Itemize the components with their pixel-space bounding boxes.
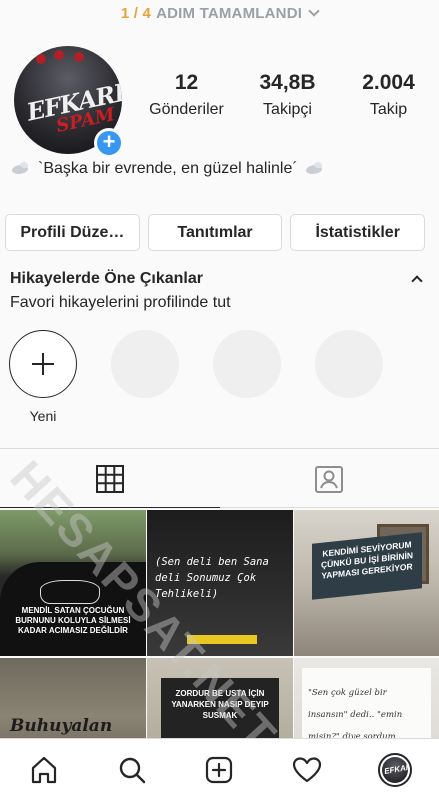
nav-activity[interactable] — [285, 748, 329, 792]
stat-value: 2.004 — [362, 71, 415, 94]
tab-tagged[interactable] — [219, 449, 439, 508]
post-yellow-bar — [187, 635, 257, 644]
bottom-navigation: EFKARLI — [0, 738, 439, 800]
search-icon — [119, 757, 145, 783]
profile-avatar-wrap[interactable]: EFKARLI SPAM + — [14, 46, 124, 158]
dove-icon — [10, 162, 32, 176]
add-story-icon[interactable]: + — [94, 128, 124, 158]
post-text: ZORDUR BE USTA İÇİN YANARKEN NASIP DEYIP… — [161, 678, 279, 742]
post-thumbnail[interactable]: KENDİMİ SEVİYORUM ÇÜNKÜ BU İŞİ BİRİNİN Y… — [294, 510, 439, 656]
post-text: KENDİMİ SEVİYORUM ÇÜNKÜ BU İŞİ BİRİNİN Y… — [312, 532, 422, 600]
profile-actions: Profili Düze… Tanıtımlar İstatistikler — [5, 214, 426, 251]
post-text: (Sen deli ben Sana deli Sonumuz Çok Tehl… — [155, 556, 269, 600]
grid-icon — [95, 464, 124, 493]
highlights-row: Yeni — [9, 330, 383, 424]
tagged-person-icon — [315, 465, 344, 493]
rose-decoration — [54, 50, 64, 60]
nav-search[interactable] — [110, 748, 154, 792]
nav-new-post[interactable] — [197, 748, 241, 792]
promotions-button[interactable]: Tanıtımlar — [147, 214, 283, 251]
post-thumbnail[interactable]: MENDİL SATAN ÇOCUĞUN BURNUNU KOLUYLA SİL… — [0, 510, 146, 656]
highlights-title: Hikayelerde Öne Çıkanlar — [10, 270, 203, 287]
stat-followers[interactable]: 34,8B Takipçi — [237, 70, 338, 119]
new-post-icon — [206, 756, 233, 783]
profile-avatar-small: EFKARLI — [378, 752, 413, 787]
post-hands-drawing — [40, 580, 100, 604]
stat-posts[interactable]: 12 Gönderiler — [136, 70, 237, 119]
placeholder-circle — [213, 330, 281, 398]
stat-value: 34,8B — [259, 71, 316, 94]
nav-profile[interactable]: EFKARLI — [373, 748, 417, 792]
stat-following[interactable]: 2.004 Takip — [338, 70, 439, 119]
post-text: MENDİL SATAN ÇOCUĞUN BURNUNU KOLUYLA SİL… — [15, 606, 131, 635]
highlight-placeholder — [213, 330, 281, 424]
profile-stats: 12 Gönderiler 34,8B Takipçi 2.004 Takip — [136, 70, 439, 119]
stat-label: Takip — [369, 101, 408, 118]
post-text: Buhuyalan — [10, 716, 113, 736]
home-icon — [31, 756, 56, 783]
highlights-section: Hikayelerde Öne Çıkanlar Favori hikayele… — [10, 270, 423, 312]
chevron-up-icon[interactable] — [411, 275, 423, 287]
activity-heart-icon — [293, 756, 322, 782]
profile-tabs — [0, 448, 439, 508]
stat-label: Gönderiler — [149, 101, 224, 118]
progress-label: ADIM TAMAMLANDI — [156, 4, 303, 22]
setup-progress[interactable]: 1 / 4 ADIM TAMAMLANDI — [0, 0, 439, 26]
dove-icon — [304, 162, 326, 176]
rose-decoration — [74, 52, 84, 62]
chevron-down-icon[interactable] — [308, 4, 320, 17]
rose-decoration — [36, 54, 46, 64]
edit-profile-button[interactable]: Profili Düze… — [5, 214, 140, 251]
avatar-brand-text: EFKARLI — [383, 760, 409, 776]
progress-count: 1 / 4 — [120, 4, 152, 22]
plus-icon[interactable] — [9, 330, 77, 398]
new-highlight-label: Yeni — [29, 408, 57, 424]
insights-button[interactable]: İstatistikler — [290, 214, 426, 251]
placeholder-circle — [111, 330, 179, 398]
nav-home[interactable] — [22, 748, 66, 792]
tab-grid[interactable] — [0, 449, 220, 508]
post-thumbnail[interactable]: (Sen deli ben Sana deli Sonumuz Çok Tehl… — [147, 510, 293, 656]
placeholder-circle — [315, 330, 383, 398]
profile-bio: `Başka bir evrende, en güzel halinle´ — [10, 160, 326, 178]
new-highlight[interactable]: Yeni — [9, 330, 77, 424]
highlights-title-row[interactable]: Hikayelerde Öne Çıkanlar — [10, 270, 423, 288]
highlight-placeholder — [315, 330, 383, 424]
profile-header: EFKARLI SPAM + 12 Gönderiler 34,8B Takip… — [0, 26, 439, 158]
highlight-placeholder — [111, 330, 179, 424]
highlights-subtitle: Favori hikayelerini profilinde tut — [10, 294, 231, 311]
avatar-image: EFKARLI — [382, 756, 409, 783]
stat-label: Takipçi — [263, 101, 312, 118]
bio-text: `Başka bir evrende, en güzel halinle´ — [38, 160, 298, 177]
stat-value: 12 — [174, 71, 199, 94]
